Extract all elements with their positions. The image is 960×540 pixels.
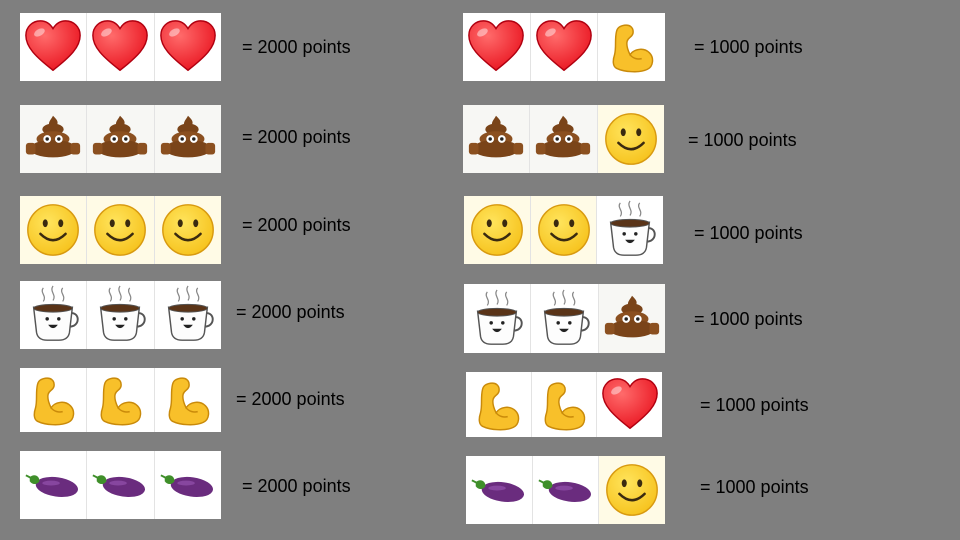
- right-row-6-points: = 1000 points: [700, 477, 809, 497]
- heart-icon: [597, 372, 662, 437]
- poop-icon: [154, 105, 221, 173]
- right-row-2-points: = 1000 points: [688, 130, 797, 150]
- bicep-icon: [155, 368, 221, 432]
- right-row-3-icons: [464, 196, 663, 264]
- left-row-1-icons: [20, 13, 221, 81]
- left-row-6-points: = 2000 points: [242, 476, 351, 496]
- heart-icon: [87, 13, 155, 81]
- poop-icon: [530, 105, 598, 173]
- left-row-1-points: = 2000 points: [242, 37, 351, 57]
- eggplant-icon: [87, 451, 155, 519]
- right-row-6-icons: [466, 456, 666, 524]
- left-row-5-icons: [20, 368, 221, 432]
- eggplant-icon: [533, 456, 600, 524]
- smiley-icon: [464, 196, 531, 264]
- eggplant-icon: [20, 451, 88, 519]
- eggplant-icon: [466, 456, 533, 524]
- right-row-5-icons: [466, 372, 662, 437]
- poop-icon: [598, 284, 665, 353]
- left-row-4-icons: [20, 281, 221, 349]
- left-row-2-icons: [20, 105, 221, 173]
- coffee-icon: [531, 284, 599, 353]
- coffee-icon: [20, 281, 88, 349]
- coffee-icon: [155, 281, 221, 349]
- eggplant-icon: [155, 451, 221, 519]
- poop-icon: [87, 105, 155, 173]
- left-row-3-points: = 2000 points: [242, 215, 351, 235]
- right-row-3-points: = 1000 points: [694, 223, 803, 243]
- right-row-2-icons: [463, 105, 664, 173]
- heart-icon: [155, 13, 221, 81]
- heart-icon: [20, 13, 88, 81]
- smiley-icon: [597, 105, 664, 173]
- left-row-4-points: = 2000 points: [236, 302, 345, 322]
- right-row-1-points: = 1000 points: [694, 37, 803, 57]
- left-row-5-points: = 2000 points: [236, 389, 345, 409]
- coffee-icon: [87, 281, 155, 349]
- heart-icon: [463, 13, 531, 81]
- poop-icon: [20, 105, 88, 173]
- smiley-icon: [20, 196, 88, 264]
- right-row-4-icons: [464, 284, 665, 353]
- bicep-icon: [532, 372, 598, 437]
- bicep-icon: [598, 13, 665, 81]
- right-row-4-points: = 1000 points: [694, 309, 803, 329]
- bicep-icon: [87, 368, 155, 432]
- smiley-icon: [599, 456, 666, 524]
- right-row-5-points: = 1000 points: [700, 395, 809, 415]
- left-row-6-icons: [20, 451, 221, 519]
- heart-icon: [531, 13, 599, 81]
- bicep-icon: [466, 372, 532, 437]
- right-row-1-icons: [463, 13, 665, 81]
- left-row-3-icons: [20, 196, 221, 264]
- smiley-icon: [154, 196, 221, 264]
- bicep-icon: [20, 368, 88, 432]
- smiley-icon: [87, 196, 155, 264]
- smiley-icon: [530, 196, 598, 264]
- coffee-icon: [597, 196, 663, 264]
- poop-icon: [463, 105, 531, 173]
- coffee-icon: [464, 284, 532, 353]
- left-row-2-points: = 2000 points: [242, 127, 351, 147]
